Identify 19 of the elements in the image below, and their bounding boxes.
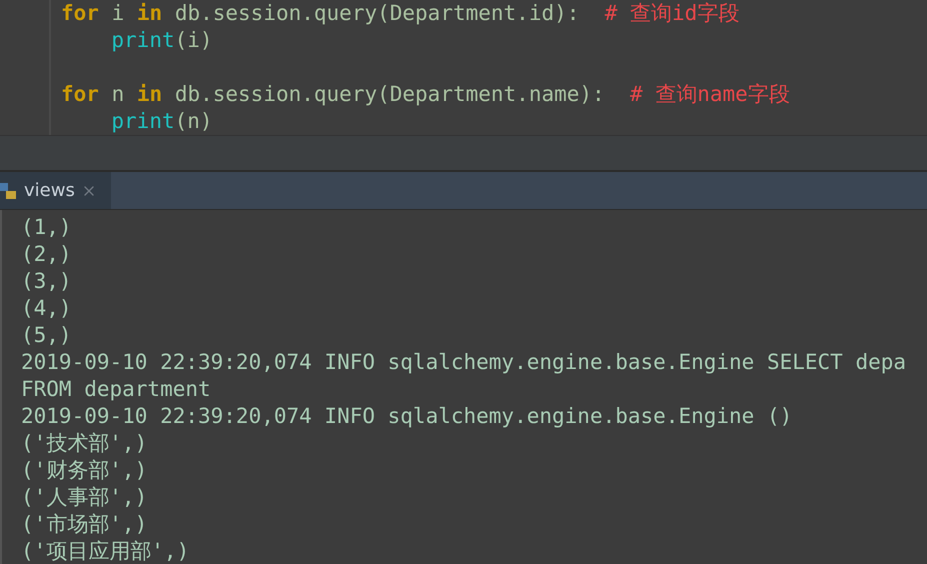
console-line: 2019-09-10 22:39:20,074 INFO sqlalchemy.engine.base.Engine SELECT depa	[21, 349, 908, 376]
console-line: ('财务部',)	[21, 457, 148, 484]
console-line: ('人事部',)	[21, 484, 148, 511]
console-line: 2019-09-10 22:39:20,074 INFO sqlalchemy.engine.base.Engine ()	[21, 403, 794, 430]
code-line: print(n)	[110, 108, 214, 135]
console-line: ('技术部',)	[21, 430, 148, 457]
console-line: (4,)	[21, 295, 73, 322]
console-line: (5,)	[21, 322, 73, 349]
console-line: ('项目应用部',)	[21, 538, 190, 564]
console-line: (2,)	[21, 241, 73, 268]
code-line: for n in db.session.query(Department.name): # 查询name字段	[61, 81, 790, 108]
console-line: (3,)	[21, 268, 73, 295]
console-line: FROM department	[21, 376, 212, 403]
code-line: print(i)	[110, 27, 214, 54]
console-line: ('市场部',)	[21, 511, 148, 538]
run-tab[interactable]: views	[0, 172, 111, 209]
console-line: (1,)	[21, 214, 73, 241]
tab-label: views	[24, 180, 75, 201]
code-line: for i in db.session.query(Department.id): # 查询id字段	[61, 0, 740, 27]
